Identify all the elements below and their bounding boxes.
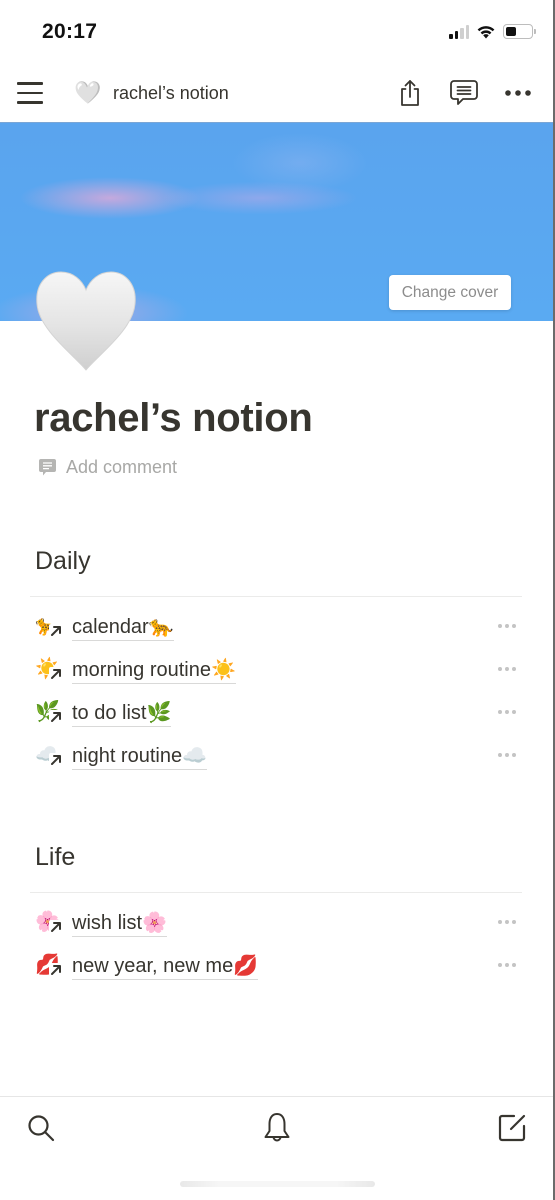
link-arrow-icon [49, 667, 63, 681]
page-link-label[interactable]: night routine☁️ [72, 744, 207, 770]
breadcrumb-page-title[interactable]: rachel’s notion [113, 83, 229, 104]
page-link-label[interactable]: wish list🌸 [72, 911, 167, 937]
status-time: 20:17 [42, 20, 98, 43]
row-more-icon[interactable] [498, 624, 516, 628]
cellular-signal-icon [449, 24, 469, 39]
status-bar: 20:17 [0, 0, 555, 66]
link-arrow-icon [49, 920, 63, 934]
search-icon[interactable] [24, 1111, 58, 1145]
bell-icon[interactable] [260, 1111, 294, 1145]
link-arrow-icon [49, 753, 63, 767]
comment-icon [39, 459, 56, 476]
comments-icon[interactable] [449, 78, 479, 108]
hamburger-menu-icon[interactable] [17, 82, 43, 104]
status-icons [449, 24, 536, 39]
share-icon[interactable] [395, 78, 425, 108]
section-heading-life[interactable]: Life [35, 843, 75, 872]
change-cover-button[interactable]: Change cover [389, 275, 511, 310]
cherry-blossom-icon: 🌸 [35, 910, 67, 938]
page-emoji-icon[interactable]: 🤍 [74, 80, 101, 106]
herb-icon: 🌿 [35, 700, 67, 728]
link-arrow-icon [49, 963, 63, 977]
kiss-mark-icon: 💋 [35, 953, 67, 981]
more-icon[interactable] [503, 78, 533, 108]
page-link-morning-routine[interactable]: ☀️ morning routine☀️ [35, 653, 516, 689]
link-arrow-icon [49, 624, 63, 638]
row-more-icon[interactable] [498, 667, 516, 671]
page-heart-icon[interactable] [35, 270, 137, 372]
page-title[interactable]: rachel’s notion [34, 396, 313, 441]
nav-actions [395, 78, 533, 108]
cloud-icon: ☁️ [35, 743, 67, 771]
section-divider [30, 596, 522, 597]
battery-icon [503, 24, 536, 39]
sun-icon: ☀️ [35, 657, 67, 685]
section-heading-daily[interactable]: Daily [35, 547, 91, 576]
row-more-icon[interactable] [498, 963, 516, 967]
row-more-icon[interactable] [498, 710, 516, 714]
page-link-label[interactable]: new year, new me💋 [72, 954, 259, 980]
page-link-night-routine[interactable]: ☁️ night routine☁️ [35, 739, 516, 775]
page-link-to-do-list[interactable]: 🌿 to do list🌿 [35, 696, 516, 732]
wifi-icon [477, 26, 495, 39]
add-comment-button[interactable]: Add comment [38, 457, 177, 478]
section-divider [30, 892, 522, 893]
row-more-icon[interactable] [498, 753, 516, 757]
page-link-calendar[interactable]: 🐆 calendar🐆 [35, 610, 516, 646]
row-more-icon[interactable] [498, 920, 516, 924]
page-link-new-year-new-me[interactable]: 💋 new year, new me💋 [35, 949, 516, 985]
top-nav-bar: 🤍 rachel’s notion [0, 66, 555, 123]
page-link-label[interactable]: to do list🌿 [72, 701, 172, 727]
home-indicator[interactable] [180, 1181, 375, 1187]
link-arrow-icon [49, 710, 63, 724]
page-link-label[interactable]: morning routine☀️ [72, 658, 236, 684]
add-comment-label: Add comment [66, 457, 178, 477]
page-link-label[interactable]: calendar🐆 [72, 615, 174, 641]
page-link-wish-list[interactable]: 🌸 wish list🌸 [35, 906, 516, 942]
leopard-icon: 🐆 [35, 614, 67, 642]
compose-icon[interactable] [495, 1111, 529, 1145]
